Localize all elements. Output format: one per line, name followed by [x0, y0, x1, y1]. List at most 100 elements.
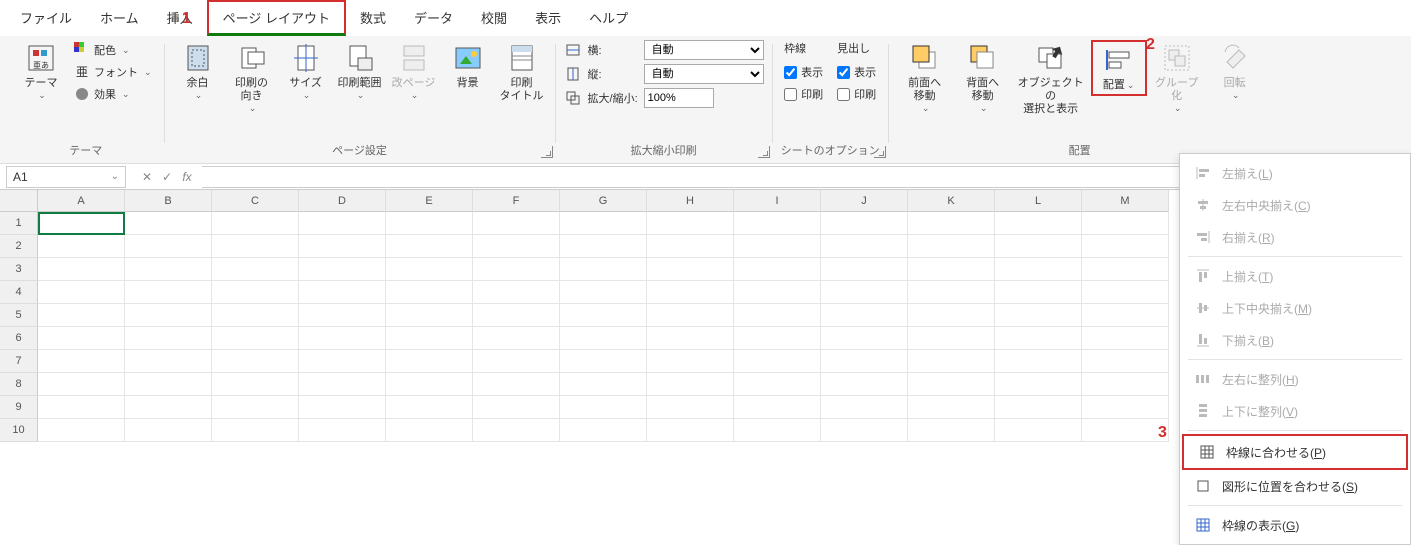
- cell[interactable]: [560, 327, 647, 350]
- cell[interactable]: [734, 258, 821, 281]
- cell[interactable]: [299, 327, 386, 350]
- cell[interactable]: [473, 373, 560, 396]
- cell[interactable]: [995, 373, 1082, 396]
- cell[interactable]: [647, 327, 734, 350]
- cell[interactable]: [821, 212, 908, 235]
- column-header[interactable]: I: [734, 190, 821, 212]
- cell[interactable]: [38, 281, 125, 304]
- cell[interactable]: [734, 235, 821, 258]
- gridlines-print-checkbox[interactable]: 印刷: [784, 86, 823, 102]
- fonts-button[interactable]: 亜フォント: [70, 62, 156, 82]
- cell[interactable]: [821, 235, 908, 258]
- column-header[interactable]: H: [647, 190, 734, 212]
- send-backward-button[interactable]: 背面へ 移動: [955, 40, 1011, 116]
- effects-button[interactable]: 効果: [70, 84, 156, 104]
- cell[interactable]: [473, 235, 560, 258]
- row-header[interactable]: 6: [0, 327, 38, 350]
- cell[interactable]: [212, 350, 299, 373]
- cell[interactable]: [212, 327, 299, 350]
- cell[interactable]: [908, 281, 995, 304]
- column-header[interactable]: L: [995, 190, 1082, 212]
- cell[interactable]: [299, 281, 386, 304]
- cell[interactable]: [212, 281, 299, 304]
- cell[interactable]: [212, 396, 299, 419]
- sheet-options-dialog-launcher[interactable]: [874, 146, 886, 158]
- cell[interactable]: [995, 327, 1082, 350]
- headings-view-checkbox[interactable]: 表示: [837, 64, 876, 80]
- cell[interactable]: [299, 235, 386, 258]
- cell[interactable]: [560, 373, 647, 396]
- cell[interactable]: [299, 212, 386, 235]
- cell[interactable]: [995, 281, 1082, 304]
- tab-formulas[interactable]: 数式: [346, 2, 400, 33]
- column-header[interactable]: M: [1082, 190, 1169, 212]
- column-header[interactable]: G: [560, 190, 647, 212]
- scale-dialog-launcher[interactable]: [758, 146, 770, 158]
- menu-align-left[interactable]: 左揃え(L): [1180, 157, 1410, 189]
- cell[interactable]: [995, 419, 1082, 442]
- cell[interactable]: [908, 327, 995, 350]
- cell[interactable]: [560, 258, 647, 281]
- tab-help[interactable]: ヘルプ: [575, 2, 642, 33]
- cell[interactable]: [125, 212, 212, 235]
- cell[interactable]: [386, 235, 473, 258]
- cell[interactable]: [125, 350, 212, 373]
- align-button[interactable]: 配置: [1091, 40, 1147, 96]
- column-header[interactable]: E: [386, 190, 473, 212]
- menu-snap-to-grid[interactable]: 枠線に合わせる(P): [1182, 434, 1408, 470]
- cell[interactable]: [1082, 235, 1169, 258]
- menu-align-center-h[interactable]: 左右中央揃え(C): [1180, 189, 1410, 221]
- cell[interactable]: [125, 373, 212, 396]
- cell[interactable]: [821, 373, 908, 396]
- cell[interactable]: [821, 396, 908, 419]
- cell[interactable]: [125, 258, 212, 281]
- cell[interactable]: [821, 327, 908, 350]
- cell[interactable]: [995, 258, 1082, 281]
- group-objects-button[interactable]: グループ化: [1149, 40, 1205, 116]
- cell[interactable]: [908, 373, 995, 396]
- cell[interactable]: [386, 373, 473, 396]
- cell[interactable]: [299, 396, 386, 419]
- cell[interactable]: [386, 304, 473, 327]
- column-header[interactable]: F: [473, 190, 560, 212]
- cell[interactable]: [473, 212, 560, 235]
- cell[interactable]: [125, 304, 212, 327]
- row-header[interactable]: 9: [0, 396, 38, 419]
- cell[interactable]: [38, 304, 125, 327]
- name-box[interactable]: A1: [6, 166, 126, 188]
- cell[interactable]: [386, 212, 473, 235]
- scale-input[interactable]: [644, 88, 714, 108]
- cell[interactable]: [125, 281, 212, 304]
- column-header[interactable]: D: [299, 190, 386, 212]
- row-header[interactable]: 5: [0, 304, 38, 327]
- cell[interactable]: [647, 373, 734, 396]
- cell[interactable]: [560, 396, 647, 419]
- margins-button[interactable]: 余白: [173, 40, 223, 103]
- cell[interactable]: [299, 419, 386, 442]
- menu-align-top[interactable]: 上揃え(T): [1180, 260, 1410, 292]
- cell[interactable]: [1082, 327, 1169, 350]
- cell[interactable]: [995, 212, 1082, 235]
- cell[interactable]: [1082, 258, 1169, 281]
- cell[interactable]: [212, 419, 299, 442]
- cell[interactable]: [299, 373, 386, 396]
- cell[interactable]: [821, 258, 908, 281]
- cell[interactable]: [386, 258, 473, 281]
- cell[interactable]: [386, 281, 473, 304]
- cell[interactable]: [908, 212, 995, 235]
- print-titles-button[interactable]: 印刷 タイトル: [497, 40, 547, 105]
- cell[interactable]: [821, 350, 908, 373]
- cell[interactable]: [473, 327, 560, 350]
- cell[interactable]: [647, 281, 734, 304]
- colors-button[interactable]: 配色: [70, 40, 156, 60]
- cell[interactable]: [125, 327, 212, 350]
- cell[interactable]: [908, 235, 995, 258]
- cell[interactable]: [647, 304, 734, 327]
- column-header[interactable]: J: [821, 190, 908, 212]
- cell[interactable]: [473, 304, 560, 327]
- row-header[interactable]: 10: [0, 419, 38, 442]
- cell[interactable]: [647, 396, 734, 419]
- cancel-formula-icon[interactable]: ✕: [138, 170, 156, 184]
- row-header[interactable]: 4: [0, 281, 38, 304]
- column-header[interactable]: A: [38, 190, 125, 212]
